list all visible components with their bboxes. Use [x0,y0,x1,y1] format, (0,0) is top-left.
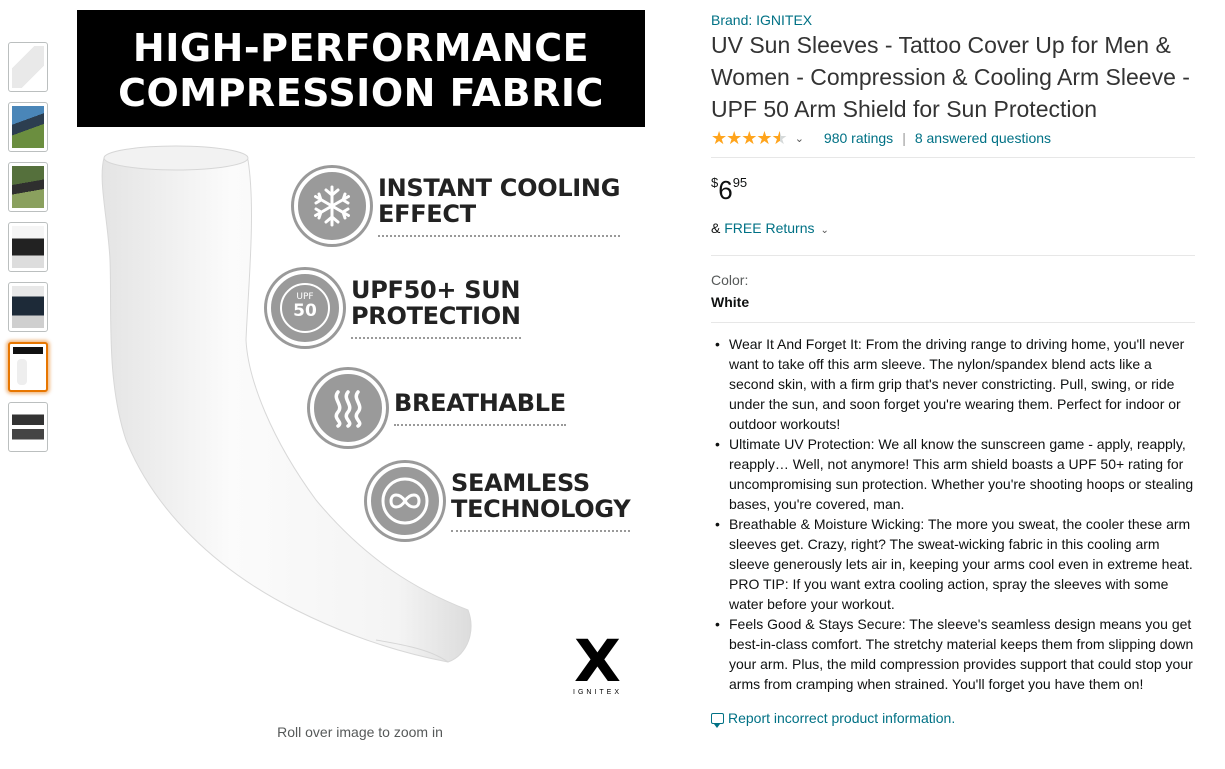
price-symbol: $ [711,175,719,190]
package-thumb [12,406,44,448]
image-banner: HIGH-PERFORMANCE COMPRESSION FABRIC [77,10,645,127]
rating-row: ★★★★★ ⌄ 980 ratings | 8 answered questio… [711,128,1195,148]
divider [711,322,1195,323]
thumbnail-2[interactable] [8,102,48,152]
model-photo-thumb [12,286,44,328]
snowflake-icon [294,168,370,244]
lifestyle-photo-thumb [12,106,44,148]
product-details: Brand: IGNITEX UV Sun Sleeves - Tattoo C… [711,10,1195,728]
feature-seamless-text: SEAMLESS TECHNOLOGY [451,470,631,532]
ratings-separator: | [902,130,906,146]
golf-photo-thumb [12,166,44,208]
thumbnail-7[interactable] [8,402,48,452]
feature-cooling: INSTANT COOLING EFFECT [294,168,620,244]
thumbnail-6-selected[interactable] [8,342,48,392]
logo-mark: X [574,627,621,695]
star-rating-icon[interactable]: ★★★★★ [711,129,788,147]
feature-cooling-text: INSTANT COOLING EFFECT [378,175,620,237]
feature-upf: UPF 50 UPF50+ SUN PROTECTION [267,270,521,346]
banner-line-1: HIGH-PERFORMANCE [132,26,590,70]
thumbnail-3[interactable] [8,162,48,212]
thumbnail-strip [8,42,50,462]
price: $695 [711,175,1195,205]
feature-bullets: Wear It And Forget It: From the driving … [711,334,1195,694]
upf-badge-icon: UPF 50 [267,270,343,346]
feature-seamless: SEAMLESS TECHNOLOGY [367,463,631,539]
free-returns-link[interactable]: FREE Returns [724,220,814,236]
color-label: Color: [711,272,749,288]
heat-waves-icon [310,370,386,446]
ratings-link[interactable]: 980 ratings [824,130,893,146]
feature-breathable: BREATHABLE [310,370,566,446]
speech-bubble-icon [711,712,724,728]
color-selector: Color: White [711,272,1195,310]
ignitex-logo: X IGNITEX [573,627,622,696]
thumbnail-4[interactable] [8,222,48,272]
returns-row: & FREE Returns ⌄ [711,220,1195,236]
color-value: White [711,294,750,310]
thumbnail-5[interactable] [8,282,48,332]
returns-prefix: & [711,220,725,236]
feature-upf-text: UPF50+ SUN PROTECTION [351,277,521,339]
thumbnail-1[interactable] [8,42,48,92]
sleeve-product-thumb [12,46,44,88]
chevron-down-icon[interactable]: ⌄ [820,225,828,236]
tattoo-photo-thumb [12,226,44,268]
list-item: Wear It And Forget It: From the driving … [715,334,1195,434]
product-title: UV Sun Sleeves - Tattoo Cover Up for Men… [711,32,1190,122]
list-item: Feels Good & Stays Secure: The sleeve's … [715,614,1195,694]
price-whole: 6 [718,175,733,205]
feature-breathable-text: BREATHABLE [394,390,566,426]
infographic-thumb [13,347,43,387]
report-link-text[interactable]: Report incorrect product information. [728,710,955,726]
list-item: Ultimate UV Protection: We all know the … [715,434,1195,514]
divider [711,255,1195,256]
price-fraction: 95 [732,175,748,190]
infinity-icon [367,463,443,539]
divider [711,157,1195,158]
report-link[interactable]: Report incorrect product information. [711,710,1195,728]
chevron-down-icon[interactable]: ⌄ [795,132,804,145]
brand-link[interactable]: Brand: IGNITEX [711,12,1195,28]
questions-link[interactable]: 8 answered questions [915,130,1051,146]
main-product-image[interactable]: HIGH-PERFORMANCE COMPRESSION FABRIC INST… [76,10,646,700]
banner-line-2: COMPRESSION FABRIC [118,71,604,115]
zoom-hint: Roll over image to zoom in [277,724,443,740]
list-item: Breathable & Moisture Wicking: The more … [715,514,1195,614]
